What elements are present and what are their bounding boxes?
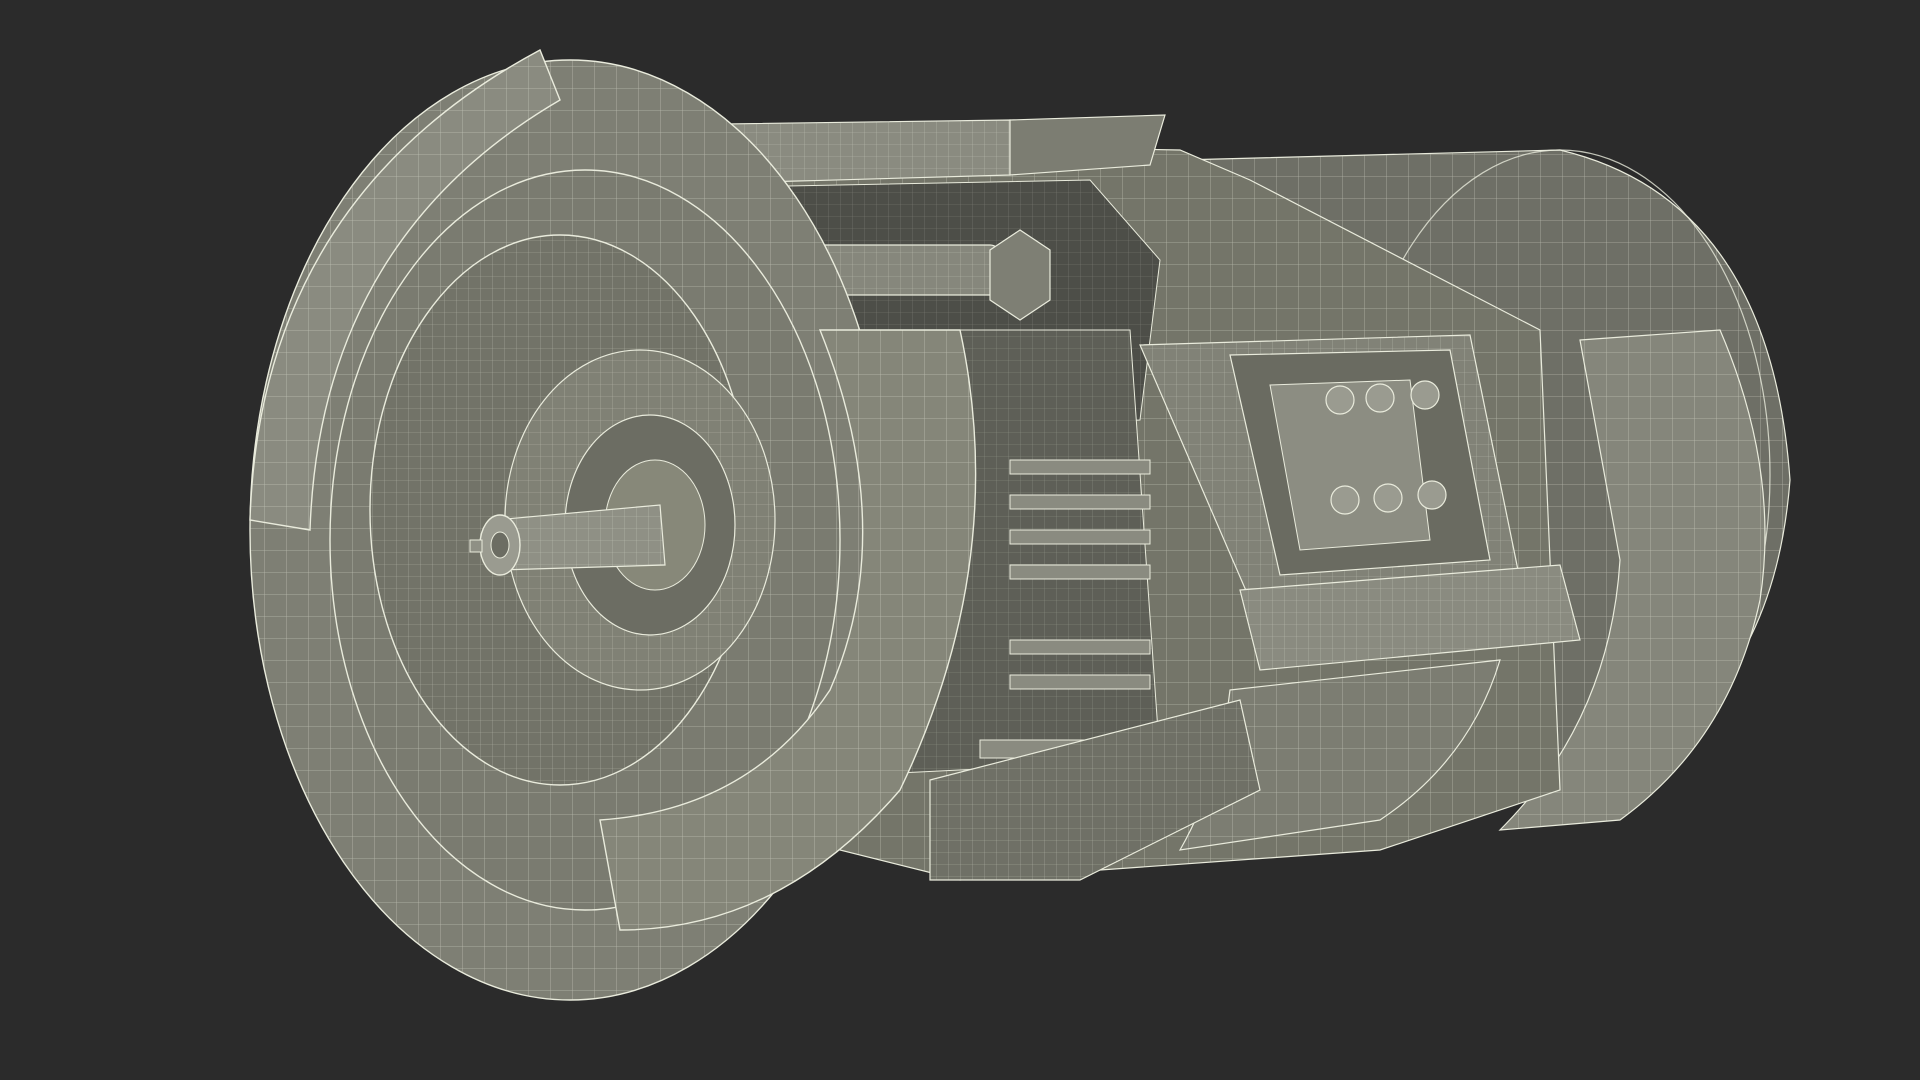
bolt-icon	[1325, 385, 1355, 415]
bolt-icon	[1417, 480, 1447, 510]
motor-render-viewport	[0, 0, 1920, 1080]
bolt-icon	[1410, 380, 1440, 410]
bolt-icon	[1373, 483, 1403, 513]
motor-render	[0, 0, 1920, 1080]
motor-shaft	[469, 504, 666, 576]
bolt-icon	[1365, 383, 1395, 413]
bolt-icon	[1330, 485, 1360, 515]
shaft-key	[469, 539, 483, 553]
